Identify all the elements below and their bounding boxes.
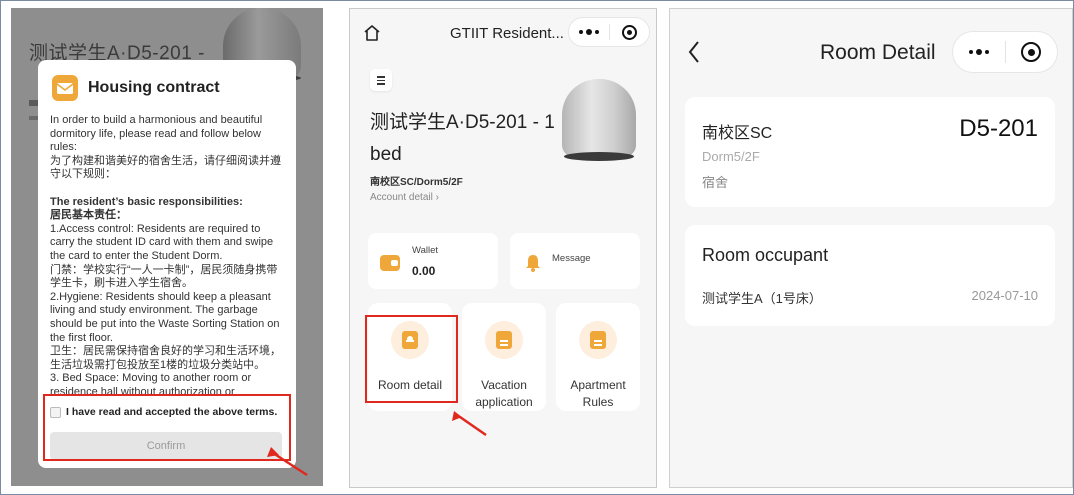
annotation-arrow xyxy=(452,411,487,437)
envelope-icon xyxy=(52,75,78,101)
room-info-card: 南校区SC Dorm5/2F 宿舍 D5-201 xyxy=(685,97,1055,207)
wallet-label: Wallet xyxy=(412,245,439,256)
app-title: GTIIT Resident... xyxy=(450,25,564,42)
home-icon[interactable] xyxy=(362,23,382,43)
message-card[interactable]: Message xyxy=(510,233,640,289)
account-detail-link[interactable]: Account detail › xyxy=(370,192,439,203)
terms-paragraph xyxy=(50,182,286,196)
highlight-box xyxy=(365,315,458,403)
wallet-icon xyxy=(380,255,400,271)
occupant-name: 测试学生A（1号床） xyxy=(702,291,822,306)
occupant-date: 2024-07-10 xyxy=(971,288,1039,303)
terms-text[interactable]: In order to build a harmonious and beaut… xyxy=(50,114,286,404)
target-icon[interactable] xyxy=(1005,42,1057,62)
clipboard-icon xyxy=(579,321,617,359)
campus-name: 南校区SC xyxy=(702,125,773,142)
tile-label: Vacation application xyxy=(475,378,533,409)
modal-header: Housing contract xyxy=(52,74,220,102)
room-title: 测试学生A·D5-201 - 1 bed xyxy=(370,112,555,165)
terms-paragraph: 2.Hygiene: Residents should keep a pleas… xyxy=(50,290,280,344)
terms-paragraph: 1.Access control: Residents are required… xyxy=(50,222,274,262)
room-occupant-card: Room occupant 测试学生A（1号床） 2024-07-10 xyxy=(685,225,1055,326)
message-label: Message xyxy=(552,253,591,264)
tile-label: Apartment Rules xyxy=(570,378,626,409)
mini-program-capsule xyxy=(568,17,650,47)
occupant-section-title: Room occupant xyxy=(702,245,829,265)
lamp-image xyxy=(562,79,636,157)
menu-icon[interactable] xyxy=(370,69,392,91)
room-detail-screen: Room Detail 南校区SC Dorm5/2F 宿舍 D5-201 Roo… xyxy=(669,8,1073,488)
wallet-card[interactable]: Wallet 0.00 xyxy=(368,233,498,289)
screenshot-frame: 测试学生A·D5-201 - Housing contract In order… xyxy=(0,0,1074,495)
campus-location: 南校区SC/Dorm5/2F xyxy=(370,177,463,188)
clipboard-icon xyxy=(485,321,523,359)
more-icon[interactable] xyxy=(569,29,609,35)
home-screen: GTIIT Resident... 测试学生A·D5-201 - 1 bed 南… xyxy=(349,8,657,488)
terms-paragraph: 为了构建和谐美好的宿舍生活，请仔细阅读并遵守以下规则： xyxy=(50,154,281,181)
nav-bar: GTIIT Resident... xyxy=(350,9,656,57)
tile-apartment-rules[interactable]: Apartment Rules xyxy=(556,303,640,411)
highlight-box xyxy=(43,394,291,461)
room-type: 宿舍 xyxy=(702,175,729,190)
modal-title: Housing contract xyxy=(88,79,220,96)
lamp-image-base xyxy=(564,152,634,161)
bell-icon xyxy=(526,255,540,272)
page-title: Room Detail xyxy=(820,41,936,64)
terms-paragraph: 居民基本责任： xyxy=(50,209,127,222)
terms-paragraph: 卫生：居民需保持宿舍良好的学习和生活环境，生活垃圾需打包投放至1楼的垃圾分类站中… xyxy=(50,345,281,371)
more-icon[interactable] xyxy=(953,49,1005,55)
tile-vacation-application[interactable]: Vacation application xyxy=(462,303,546,411)
target-icon[interactable] xyxy=(609,24,649,40)
dorm-floor: Dorm5/2F xyxy=(702,149,760,164)
annotation-arrow xyxy=(267,447,308,477)
terms-paragraph: 门禁：学校实行“一人一卡制”，居民须随身携带学生卡，刷卡进入学生宿舍。 xyxy=(50,263,278,290)
terms-paragraph: In order to build a harmonious and beaut… xyxy=(50,114,263,154)
terms-paragraph: The resident’s basic responsibilities: xyxy=(50,195,243,208)
room-number: D5-201 xyxy=(959,115,1038,142)
mini-program-capsule xyxy=(952,31,1058,73)
wallet-balance: 0.00 xyxy=(412,264,436,278)
back-icon[interactable] xyxy=(686,39,702,65)
